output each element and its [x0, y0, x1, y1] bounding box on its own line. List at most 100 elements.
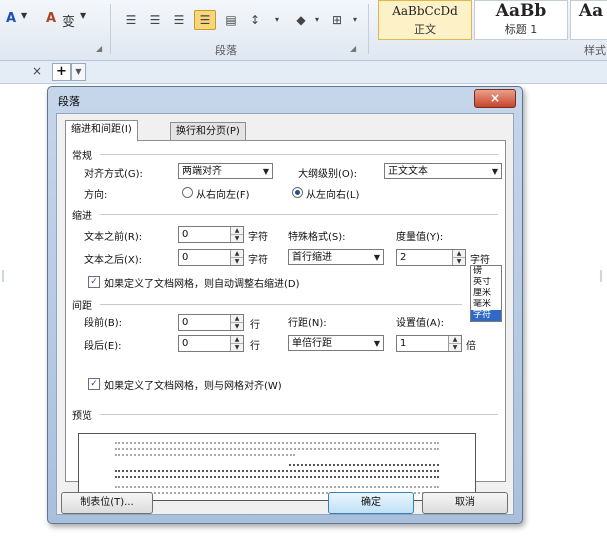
- auto-adjust-label[interactable]: 如果定义了文档网格，则自动调整右缩进(D): [104, 275, 300, 290]
- spacing-before-value: 0: [182, 317, 189, 328]
- spin-down-icon[interactable]: ▼: [230, 344, 243, 351]
- chevron-down-icon[interactable]: ▼: [80, 11, 86, 20]
- highlight-icon[interactable]: A: [46, 11, 56, 26]
- measure-unit-label: 字符: [470, 255, 490, 266]
- ok-button[interactable]: 确定: [328, 492, 414, 514]
- indent-before-spinner[interactable]: 0 ▲ ▼: [178, 226, 244, 243]
- group-divider: [110, 4, 111, 54]
- justify-icon[interactable]: ☰: [194, 10, 216, 30]
- special-format-label: 特殊格式(S):: [288, 232, 346, 243]
- font-color-icon[interactable]: A: [6, 11, 16, 26]
- spin-down-icon[interactable]: ▼: [230, 258, 243, 265]
- alignment-value: 两端对齐: [182, 166, 222, 177]
- chevron-down-icon: ▼: [262, 167, 269, 176]
- style-heading-1[interactable]: AaBb 标题 1: [474, 0, 568, 40]
- spin-up-icon[interactable]: ▲: [230, 336, 243, 344]
- margin-mark: [600, 270, 602, 282]
- snap-grid-label[interactable]: 如果定义了文档网格，则与网格对齐(W): [104, 377, 282, 392]
- new-tab-button[interactable]: +: [52, 63, 71, 81]
- style-preview: AaBbCcDd: [392, 4, 458, 18]
- spin-up-icon[interactable]: ▲: [230, 250, 243, 258]
- unit-dropdown-list[interactable]: 磅 英寸 厘米 毫米 字符: [470, 265, 502, 322]
- measure-spinner[interactable]: 2 ▲ ▼: [396, 249, 466, 266]
- paragraph-group-label: 段落: [215, 44, 237, 57]
- distribute-icon[interactable]: ▤: [220, 10, 242, 30]
- chevron-down-icon[interactable]: ▼: [21, 11, 27, 20]
- chevron-down-icon[interactable]: ▾: [266, 10, 288, 30]
- alignment-select[interactable]: 两端对齐 ▼: [178, 163, 273, 179]
- tab-stops-button[interactable]: 制表位(T)...: [61, 492, 153, 514]
- indent-before-value: 0: [182, 229, 189, 240]
- spacing-after-label: 段后(E):: [84, 341, 122, 352]
- line-spacing-value: 单倍行距: [292, 338, 332, 349]
- style-heading-2[interactable]: Aa: [570, 0, 607, 40]
- unit-option[interactable]: 字符: [471, 310, 501, 321]
- unit-option[interactable]: 厘米: [471, 288, 501, 299]
- snap-grid-checkbox[interactable]: ✓: [88, 378, 100, 390]
- spacing-before-label: 段前(B):: [84, 318, 123, 329]
- styles-group-label: 样式: [584, 44, 606, 57]
- measure-label: 度量值(Y):: [396, 232, 444, 243]
- close-tab-icon[interactable]: ×: [32, 64, 42, 78]
- section-indent: 缩进: [72, 211, 92, 222]
- special-format-select[interactable]: 首行缩进 ▼: [288, 249, 384, 265]
- chevron-down-icon[interactable]: ▼: [71, 63, 86, 81]
- style-normal[interactable]: AaBbCcDd 正文: [378, 0, 472, 40]
- document-tabbar: × + ▼: [0, 61, 607, 84]
- ltr-label[interactable]: 从左向右(L): [306, 186, 359, 201]
- tab-line-page-breaks[interactable]: 换行和分页(P): [170, 122, 246, 141]
- spin-up-icon[interactable]: ▲: [230, 227, 243, 235]
- style-name: 正文: [414, 23, 436, 36]
- align-left-icon[interactable]: ☰: [120, 10, 142, 30]
- spin-down-icon[interactable]: ▼: [230, 323, 243, 330]
- chevron-down-icon: ▼: [373, 253, 380, 262]
- set-unit-label: 倍: [466, 341, 476, 352]
- rtl-label[interactable]: 从右向左(F): [196, 186, 250, 201]
- align-center-icon[interactable]: ☰: [144, 10, 166, 30]
- divider: [100, 154, 498, 155]
- section-preview: 预览: [72, 411, 92, 422]
- spacing-before-spinner[interactable]: 0 ▲ ▼: [178, 314, 244, 331]
- spacing-after-spinner[interactable]: 0 ▲ ▼: [178, 335, 244, 352]
- indent-after-value: 0: [182, 252, 189, 263]
- spin-up-icon[interactable]: ▲: [230, 315, 243, 323]
- unit-label: 字符: [248, 232, 268, 243]
- spin-up-icon[interactable]: ▲: [452, 250, 465, 258]
- outline-level-select[interactable]: 正文文本 ▼: [384, 163, 502, 179]
- style-name: 标题 1: [504, 23, 538, 36]
- ltr-radio[interactable]: [292, 187, 303, 198]
- spin-up-icon[interactable]: ▲: [448, 336, 461, 344]
- line-spacing-label: 行距(N):: [288, 318, 327, 329]
- unit-option[interactable]: 磅: [471, 266, 501, 277]
- auto-adjust-checkbox[interactable]: ✓: [88, 276, 100, 288]
- chevron-down-icon[interactable]: ▾: [344, 10, 366, 30]
- spacing-after-value: 0: [182, 338, 189, 349]
- paragraph-dialog-launcher-icon[interactable]: ◢: [350, 44, 356, 53]
- margin-mark: [2, 270, 4, 282]
- char-shading-icon[interactable]: 变: [62, 11, 75, 30]
- section-general: 常规: [72, 151, 92, 162]
- align-right-icon[interactable]: ☰: [168, 10, 190, 30]
- divider: [100, 304, 462, 305]
- unit-option[interactable]: 英寸: [471, 277, 501, 288]
- special-format-value: 首行缩进: [292, 252, 332, 263]
- unit-label: 行: [250, 341, 260, 352]
- set-value-spinner[interactable]: 1 ▲ ▼: [396, 335, 462, 352]
- group-divider: [368, 4, 369, 54]
- font-dialog-launcher-icon[interactable]: ◢: [96, 44, 102, 53]
- rtl-radio[interactable]: [182, 187, 193, 198]
- cancel-button[interactable]: 取消: [422, 492, 508, 514]
- spin-down-icon[interactable]: ▼: [452, 258, 465, 265]
- spin-down-icon[interactable]: ▼: [448, 344, 461, 351]
- preview-line: [115, 442, 439, 444]
- chevron-down-icon[interactable]: ▾: [306, 10, 328, 30]
- line-spacing-select[interactable]: 单倍行距 ▼: [288, 335, 384, 351]
- tab-indent-spacing[interactable]: 缩进和间距(I): [65, 120, 138, 141]
- unit-option[interactable]: 毫米: [471, 299, 501, 310]
- style-preview: AaBb: [495, 1, 547, 21]
- tab-panel: 常规 对齐方式(G): 两端对齐 ▼ 大纲级别(O): 正文文本 ▼ 方向: 从右向…: [65, 140, 506, 501]
- spin-down-icon[interactable]: ▼: [230, 235, 243, 242]
- line-spacing-icon[interactable]: ↕: [244, 10, 266, 30]
- indent-after-spinner[interactable]: 0 ▲ ▼: [178, 249, 244, 266]
- close-button[interactable]: ×: [474, 89, 516, 108]
